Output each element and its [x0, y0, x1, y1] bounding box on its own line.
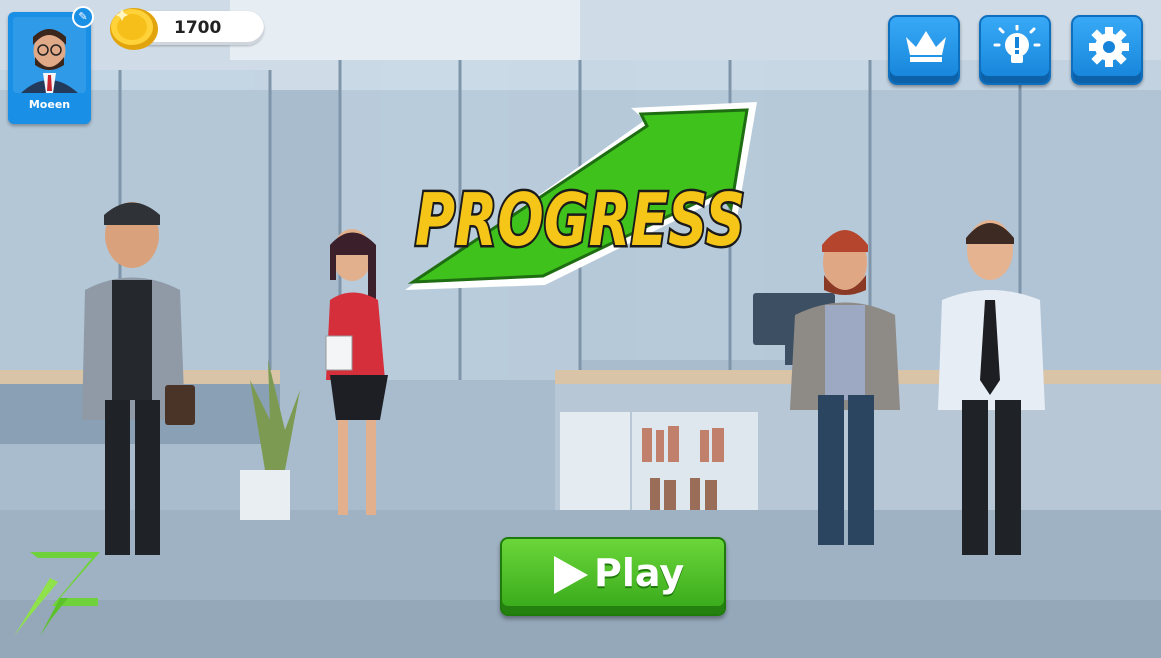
coin-count: 1700	[174, 18, 222, 38]
settings-button[interactable]	[1071, 15, 1143, 85]
profile-card[interactable]: Moeen	[8, 12, 91, 124]
play-button[interactable]: Play	[500, 537, 726, 616]
lightbulb-icon	[993, 25, 1041, 63]
avatar[interactable]	[13, 17, 86, 93]
studio-logo	[14, 552, 100, 636]
tips-button[interactable]	[979, 15, 1051, 85]
player-name: Moeen	[28, 98, 71, 111]
gear-icon	[1089, 27, 1129, 67]
crown-icon	[906, 31, 946, 62]
pencil-icon: ✎	[78, 10, 88, 23]
game-title-text: PROGRESS	[415, 178, 745, 262]
game-title-logo: PROGRESS	[405, 102, 757, 290]
coin-icon	[110, 8, 158, 50]
edit-profile-button[interactable]: ✎	[72, 6, 94, 28]
play-label: Play	[594, 551, 685, 595]
play-icon	[554, 556, 588, 594]
leaderboard-button[interactable]	[888, 15, 960, 85]
